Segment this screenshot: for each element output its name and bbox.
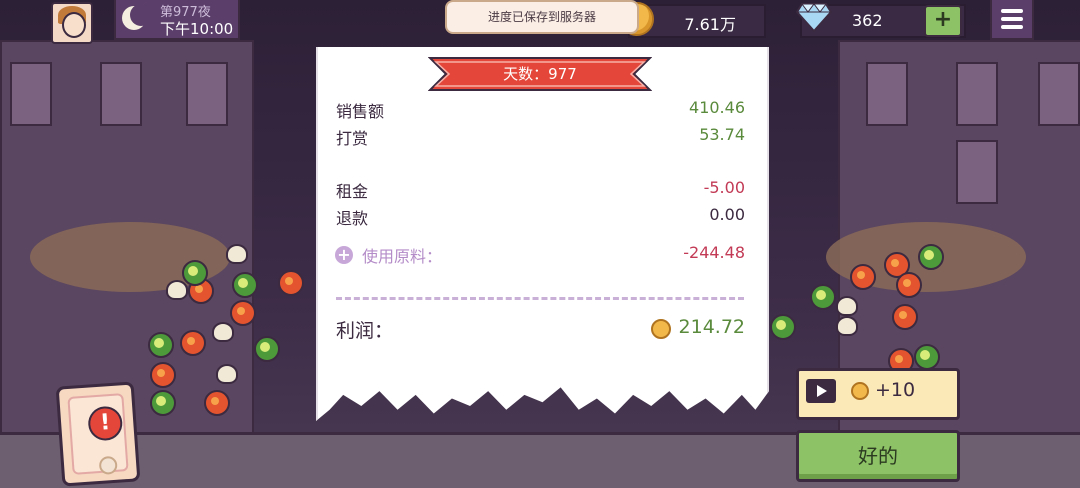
building-window (10, 62, 52, 126)
building-window (956, 62, 998, 126)
avatar-face (62, 12, 86, 38)
tips-value: 53.74 (699, 125, 745, 144)
tomato-slice-icon (204, 390, 230, 416)
menu-bar (1001, 9, 1023, 13)
profit-value: 214.72 (678, 316, 745, 338)
ad-bonus-value: +10 (875, 379, 916, 401)
ingredients-value: -244.48 (683, 243, 745, 262)
garlic-clove-icon (836, 316, 858, 336)
coin-icon (651, 319, 671, 339)
buy-gems-button[interactable]: + (924, 5, 962, 37)
tomato-slice-icon (278, 270, 304, 296)
expand-plus-icon[interactable]: + (335, 246, 353, 264)
tips-label: 打赏 (336, 129, 369, 148)
pepper-slice-icon (150, 390, 176, 416)
tomato-slice-icon (896, 272, 922, 298)
menu-bar (1001, 17, 1023, 21)
game-clock: 下午10:00 (160, 20, 234, 38)
garlic-clove-icon (166, 280, 188, 300)
pepper-slice-icon (918, 244, 944, 270)
tomato-slice-icon (230, 300, 256, 326)
moon-icon (122, 4, 152, 30)
garlic-clove-icon (226, 244, 248, 264)
pepper-slice-icon (770, 314, 796, 340)
tomato-slice-icon (150, 362, 176, 388)
sales-value: 410.46 (689, 98, 745, 117)
coin-value: 7.61万 (684, 15, 736, 34)
receipt-divider (336, 297, 744, 300)
tomato-slice-icon (892, 304, 918, 330)
building-window (186, 62, 228, 126)
profit-label: 利润： (336, 320, 394, 342)
diamond-icon (796, 3, 832, 32)
time-panel: 第977夜 下午10:00 (114, 0, 240, 40)
menu-button[interactable] (990, 0, 1034, 40)
watch-ad-bonus-button[interactable]: +10 (796, 368, 960, 420)
coin-icon (851, 382, 869, 400)
rent-value: -5.00 (703, 178, 745, 197)
card-dot-icon (98, 455, 118, 475)
day-banner-text: 天数：977 (503, 65, 577, 83)
player-avatar[interactable] (51, 2, 93, 44)
alert-card-inner: ! (67, 393, 129, 475)
tomato-slice-icon (180, 330, 206, 356)
save-toast: 进度已保存到服务器 (445, 0, 639, 34)
garlic-clove-icon (212, 322, 234, 342)
pepper-slice-icon (232, 272, 258, 298)
pepper-slice-icon (254, 336, 280, 362)
garlic-clove-icon (836, 296, 858, 316)
building-window (866, 62, 908, 126)
ok-button[interactable]: 好的 (796, 430, 960, 482)
pepper-slice-icon (810, 284, 836, 310)
menu-bar (1001, 25, 1023, 29)
building-window (100, 62, 142, 126)
pepper-slice-icon (182, 260, 208, 286)
garlic-clove-icon (216, 364, 238, 384)
sales-label: 销售额 (336, 102, 385, 121)
alert-card-button[interactable]: ! (55, 381, 141, 487)
video-play-icon (806, 379, 836, 403)
pepper-slice-icon (914, 344, 940, 370)
tomato-slice-icon (850, 264, 876, 290)
rent-label: 租金 (336, 182, 369, 201)
exclamation-icon: ! (87, 405, 124, 442)
gem-value: 362 (852, 11, 883, 30)
pepper-slice-icon (148, 332, 174, 358)
ingredients-label[interactable]: 使用原料： (362, 243, 442, 267)
refund-label: 退款 (336, 209, 369, 228)
refund-value: 0.00 (709, 205, 745, 224)
building-window (1038, 62, 1080, 126)
building-window (956, 140, 998, 204)
